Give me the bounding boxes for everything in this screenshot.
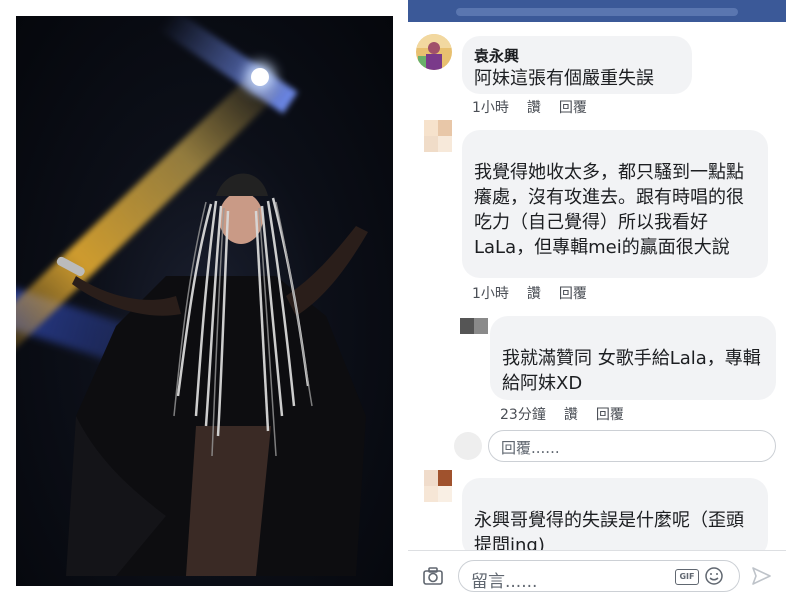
comment-text: 阿妹這張有個嚴重失誤 bbox=[474, 68, 654, 89]
comment-author[interactable]: 袁永興 bbox=[474, 46, 680, 66]
top-bar bbox=[408, 0, 786, 22]
concert-photo bbox=[16, 16, 393, 586]
comment-bubble: 袁永興 阿妹這張有個嚴重失誤 bbox=[462, 36, 692, 94]
like-link[interactable]: 讚 bbox=[527, 286, 541, 302]
singer-figure bbox=[56, 173, 368, 576]
comment-input[interactable]: 留言...... GIF bbox=[458, 560, 740, 592]
comment-bubble: 我就滿贊同 女歌手給Lala，專輯給阿妹XD bbox=[490, 316, 776, 400]
stage-spotlight bbox=[251, 68, 269, 86]
comment-meta: 1小時 讚 回覆 bbox=[472, 97, 605, 117]
avatar[interactable] bbox=[460, 318, 488, 346]
like-link[interactable]: 讚 bbox=[527, 100, 541, 116]
reply-link[interactable]: 回覆 bbox=[559, 286, 587, 302]
comment-text: 我覺得她收太多，都只騷到一點點癢處，沒有攻進去。跟有時唱的很吃力（自己覺得）所以… bbox=[474, 162, 744, 258]
comment-meta: 1小時 讚 回覆 bbox=[472, 283, 605, 303]
reply-link[interactable]: 回覆 bbox=[596, 407, 624, 423]
reply-input[interactable]: 回覆...... bbox=[488, 430, 776, 462]
comment-bubble: 我覺得她收太多，都只騷到一點點癢處，沒有攻進去。跟有時唱的很吃力（自己覺得）所以… bbox=[462, 130, 768, 278]
reply-link[interactable]: 回覆 bbox=[559, 100, 587, 116]
comment-time: 1小時 bbox=[472, 100, 509, 116]
avatar[interactable] bbox=[416, 34, 452, 70]
avatar[interactable] bbox=[422, 120, 458, 156]
avatar[interactable] bbox=[422, 470, 458, 506]
comment-time: 23分鐘 bbox=[500, 407, 546, 423]
comment-composer: 留言...... GIF bbox=[408, 550, 786, 600]
gif-icon[interactable]: GIF bbox=[675, 569, 699, 585]
comment-bubble: 永興哥覺得的失誤是什麼呢（歪頭提問ing) bbox=[462, 478, 768, 558]
avatar bbox=[454, 432, 482, 460]
comment-meta: 23分鐘 讚 回覆 bbox=[500, 404, 642, 424]
camera-icon[interactable] bbox=[422, 565, 444, 587]
like-link[interactable]: 讚 bbox=[564, 407, 578, 423]
comment-input-placeholder: 留言...... bbox=[471, 572, 538, 592]
comment-text: 我就滿贊同 女歌手給Lala，專輯給阿妹XD bbox=[502, 348, 761, 394]
top-bar-indicator bbox=[456, 8, 738, 16]
send-icon[interactable] bbox=[750, 565, 772, 587]
emoji-icon[interactable] bbox=[705, 567, 723, 585]
comment-panel: 袁永興 阿妹這張有個嚴重失誤 1小時讚回覆 我覺得她收太多，都只騷到一點點癢處，… bbox=[408, 0, 786, 600]
comment-time: 1小時 bbox=[472, 286, 509, 302]
